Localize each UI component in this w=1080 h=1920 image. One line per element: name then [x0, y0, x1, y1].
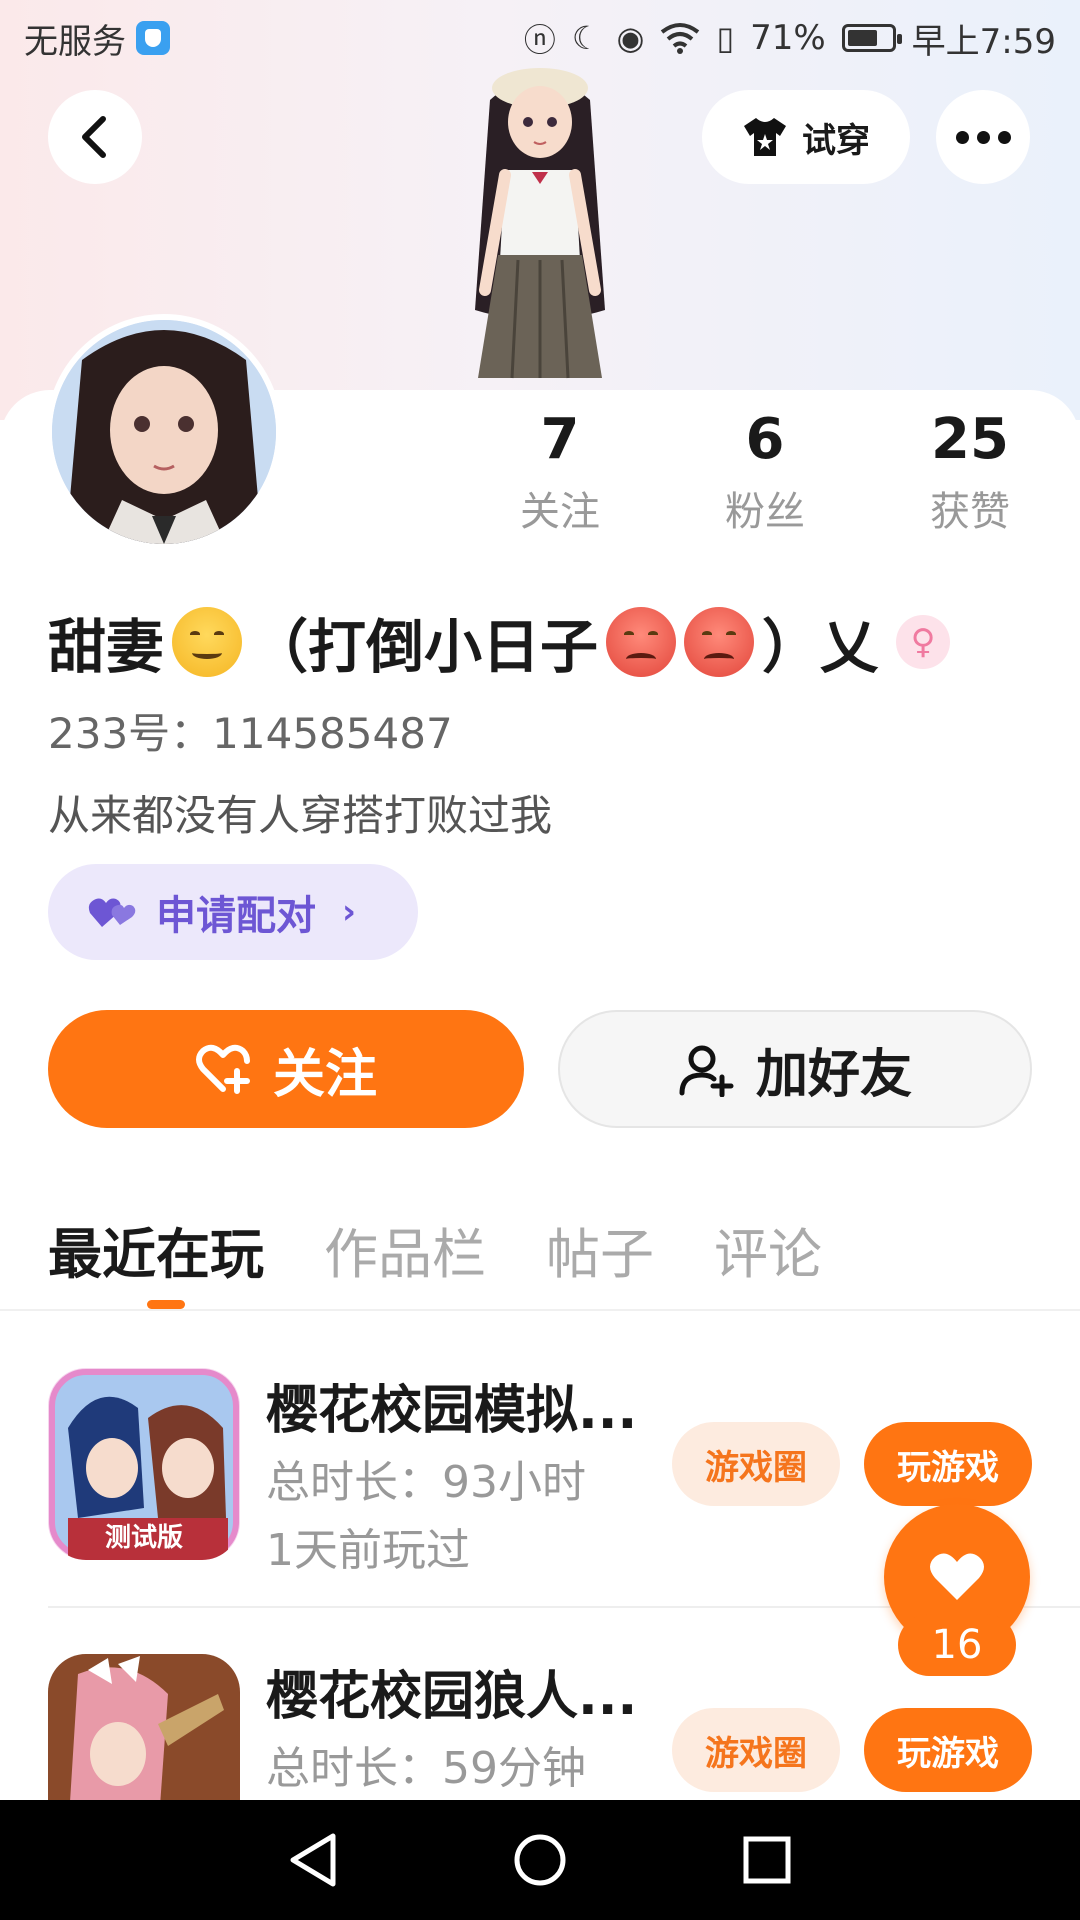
stat-following[interactable]: 7 关注 [475, 405, 645, 537]
game-circle-button[interactable]: 游戏圈 [672, 1422, 840, 1506]
tab-comments[interactable]: 评论 [714, 1210, 822, 1289]
angry-face-emoji [684, 607, 755, 677]
more-dots-icon [955, 130, 1011, 144]
smiling-face-emoji [172, 607, 243, 677]
avatar-illustration [52, 320, 276, 544]
user-bio: 从来都没有人穿搭打败过我 [48, 791, 553, 840]
username-suffix: ）乂 [762, 613, 879, 681]
female-gender-icon: ♀ [896, 615, 951, 669]
system-nav-bar [0, 1800, 1080, 1920]
stat-likes[interactable]: 25 获赞 [885, 405, 1055, 537]
user-id: 233号：114585487 [48, 709, 453, 758]
back-triangle-icon[interactable] [287, 1832, 339, 1888]
shield-icon [136, 21, 170, 55]
shirt-icon [744, 118, 786, 156]
chevron-left-icon [82, 116, 106, 158]
avatar[interactable] [46, 314, 282, 550]
add-user-icon [679, 1045, 734, 1097]
heart-icon [930, 1553, 984, 1600]
back-button[interactable] [48, 90, 142, 184]
game-circle-button[interactable]: 游戏圈 [672, 1708, 840, 1792]
tabs-divider [0, 1309, 1080, 1311]
moon-icon: ☾ [571, 19, 601, 57]
stat-label: 关注 [520, 489, 600, 535]
more-button[interactable] [936, 90, 1030, 184]
request-pair-label: 申请配对 [156, 893, 316, 939]
avatar-3d-model[interactable] [430, 60, 650, 390]
stat-label: 粉丝 [725, 489, 805, 535]
tab-recently-played[interactable]: 最近在玩 [48, 1210, 264, 1289]
game-list-item[interactable]: 樱花校园狼人... 总时长：59分钟 游戏圈 玩游戏 [48, 1654, 1032, 1800]
username-middle: （打倒小日子 [250, 613, 599, 681]
game-duration: 总时长：59分钟 [266, 1743, 586, 1794]
battery-percent: 71% [750, 18, 826, 58]
play-game-button[interactable]: 玩游戏 [864, 1422, 1032, 1506]
eye-icon: ◉ [616, 19, 645, 57]
profile-tabs: 最近在玩 作品栏 帖子 评论 [48, 1210, 822, 1289]
try-on-button[interactable]: 试穿 [702, 90, 910, 184]
game-icon-badge: 测试版 [105, 1523, 183, 1553]
add-friend-label: 加好友 [755, 1044, 912, 1105]
request-pair-button[interactable]: 申请配对 › [48, 864, 418, 960]
battery-icon [841, 24, 902, 52]
active-tab-indicator [147, 1300, 185, 1309]
follow-button[interactable]: 关注 [48, 1010, 524, 1128]
play-game-button[interactable]: 玩游戏 [864, 1708, 1032, 1792]
clock: 早上7:59 [911, 21, 1056, 62]
stat-followers[interactable]: 6 粉丝 [680, 405, 850, 537]
stat-value: 7 [540, 407, 580, 472]
home-circle-icon[interactable] [512, 1832, 568, 1888]
recents-square-icon[interactable] [741, 1834, 793, 1886]
tab-works[interactable]: 作品栏 [324, 1210, 486, 1289]
like-count: 16 [898, 1614, 1016, 1676]
battery-alert-icon: ▯ [716, 19, 735, 57]
angry-face-emoji [606, 607, 677, 677]
chevron-right-icon: › [342, 892, 357, 932]
game-list-item[interactable]: 测试版 樱花校园模拟... 总时长：93小时 1天前玩过 游戏圈 玩游戏 [48, 1368, 1032, 1576]
try-on-label: 试穿 [802, 120, 870, 161]
add-friend-button[interactable]: 加好友 [558, 1010, 1032, 1128]
follow-label: 关注 [272, 1044, 377, 1105]
username-prefix: 甜妻 [48, 613, 165, 681]
stat-value: 25 [931, 407, 1009, 472]
stat-value: 6 [745, 407, 785, 472]
game-title: 樱花校园模拟... [266, 1381, 638, 1441]
nfc-icon: ⓝ [523, 21, 556, 59]
tab-posts[interactable]: 帖子 [546, 1210, 654, 1289]
hearts-icon [88, 898, 136, 927]
game-duration: 总时长：93小时 [266, 1457, 586, 1508]
wifi-icon [661, 23, 700, 54]
carrier-text: 无服务 [24, 21, 126, 62]
profile-stats: 7 关注 6 粉丝 25 获赞 [475, 405, 1055, 537]
username: 甜妻 （打倒小日子 ）乂 ♀ [48, 600, 951, 684]
game-icon[interactable]: 测试版 [48, 1368, 240, 1560]
stat-label: 获赞 [930, 489, 1010, 535]
game-title: 樱花校园狼人... [266, 1667, 638, 1727]
game-last-played: 1天前玩过 [266, 1525, 470, 1576]
heart-plus-icon [196, 1044, 250, 1094]
game-icon[interactable] [48, 1654, 240, 1800]
